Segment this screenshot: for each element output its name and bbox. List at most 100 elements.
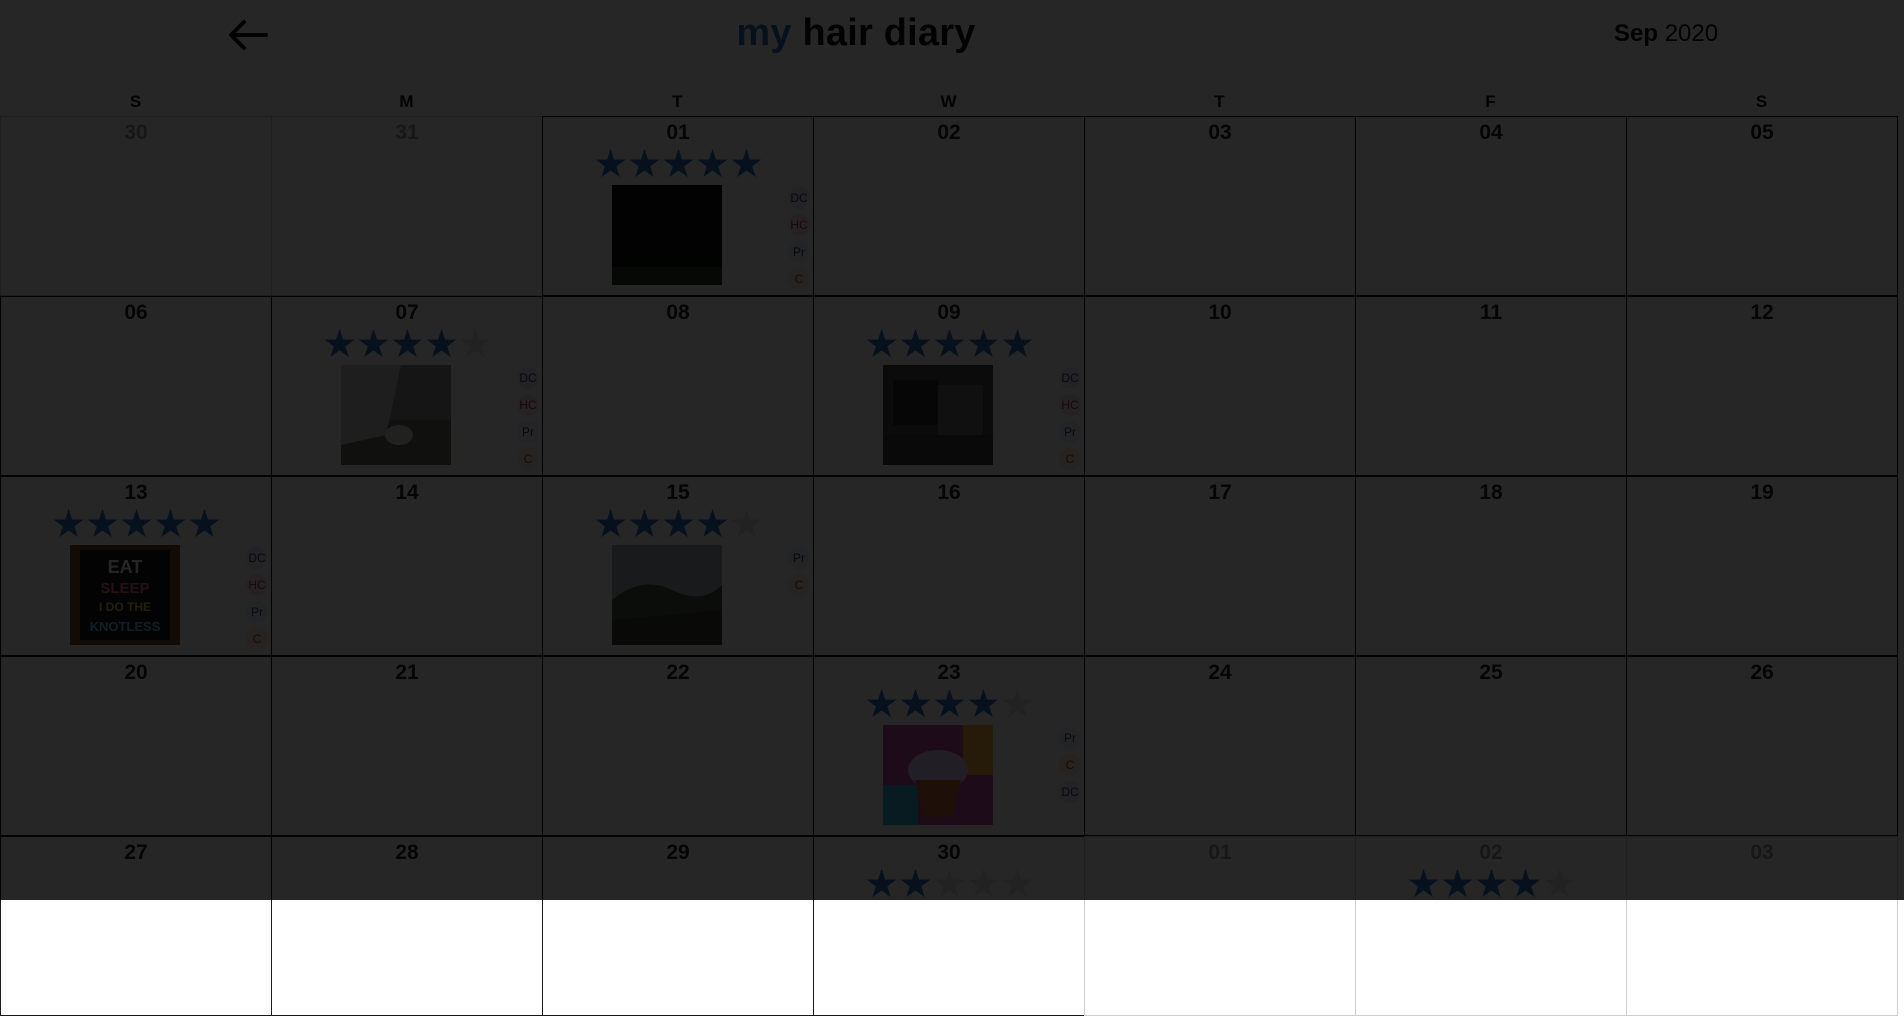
calendar-day-cell[interactable]: 01	[1084, 836, 1356, 1016]
calendar-day-cell[interactable]: 10	[1084, 296, 1356, 476]
star-icon: ★	[864, 323, 899, 366]
routine-badge-hc: HC	[1059, 394, 1081, 416]
star-icon: ★	[965, 323, 1001, 366]
day-number: 06	[124, 301, 148, 324]
star-icon: ★	[627, 503, 662, 546]
routine-badge-pr: Pr	[788, 547, 810, 569]
day-number: 31	[395, 121, 419, 144]
day-number: 13	[124, 481, 148, 504]
routine-badge-dc: DC	[246, 547, 268, 569]
calendar-day-cell[interactable]: 15 ★★★★★ Pr C	[542, 476, 814, 656]
day-number: 04	[1479, 121, 1503, 144]
app-header: my hair diary Sep 2020	[0, 0, 1904, 72]
routine-badge-pr: Pr	[788, 241, 810, 263]
calendar-day-cell[interactable]: 02	[813, 116, 1085, 296]
calendar-day-cell[interactable]: 28	[271, 836, 543, 1016]
day-number: 16	[937, 481, 961, 504]
calendar-day-cell[interactable]: 02 ★★★★★	[1355, 836, 1627, 1016]
star-icon: ★	[694, 503, 730, 546]
day-number: 09	[937, 301, 961, 324]
calendar-day-cell[interactable]: 29	[542, 836, 814, 1016]
calendar-day-cell[interactable]: 24	[1084, 656, 1356, 836]
star-icon: ★	[593, 143, 628, 186]
svg-text:I DO THE: I DO THE	[99, 600, 151, 614]
day-number: 30	[937, 841, 961, 864]
calendar-day-cell[interactable]: 08	[542, 296, 814, 476]
routine-badge-pr: Pr	[1059, 421, 1081, 443]
calendar-day-cell[interactable]: 18	[1355, 476, 1627, 656]
app-title-my: my	[736, 12, 792, 54]
star-rating: ★★★★★	[1356, 865, 1626, 904]
day-number: 14	[395, 481, 419, 504]
calendar-grid: 30 31 01 ★★★★★ DC HC Pr C 02 03 04 05 06 07 ★★★★★ DC HC P…	[0, 116, 1904, 1016]
day-number: 02	[937, 121, 961, 144]
routine-badge-c: C	[1059, 448, 1081, 470]
calendar-day-cell[interactable]: 07 ★★★★★ DC HC Pr C	[271, 296, 543, 476]
calendar-day-cell[interactable]: 14	[271, 476, 543, 656]
calendar-day-cell[interactable]: 03	[1626, 836, 1898, 1016]
star-icon: ★	[356, 323, 391, 366]
star-icon: ★	[932, 683, 967, 726]
calendar-day-cell[interactable]: 25	[1355, 656, 1627, 836]
day-number: 01	[666, 121, 690, 144]
day-number: 19	[1750, 481, 1774, 504]
calendar-day-cell[interactable]: 20	[0, 656, 272, 836]
calendar-day-cell[interactable]: 12	[1626, 296, 1898, 476]
calendar-day-cell[interactable]: 01 ★★★★★ DC HC Pr C	[542, 116, 814, 296]
calendar-day-cell[interactable]: 03	[1084, 116, 1356, 296]
star-icon: ★	[864, 683, 899, 726]
svg-text:KNOTLESS: KNOTLESS	[90, 619, 161, 634]
star-icon: ★	[965, 683, 1001, 726]
calendar-day-cell[interactable]: 21	[271, 656, 543, 836]
routine-badges: DC HC Pr C	[1059, 367, 1084, 475]
calendar-day-cell[interactable]: 31	[271, 116, 543, 296]
day-number: 29	[666, 841, 690, 864]
routine-badge-c: C	[246, 628, 268, 650]
calendar-day-cell[interactable]: 09 ★★★★★ DC HC Pr C	[813, 296, 1085, 476]
calendar-day-cell[interactable]: 17	[1084, 476, 1356, 656]
routine-badge-dc: DC	[1059, 781, 1081, 803]
calendar-day-cell[interactable]: 22	[542, 656, 814, 836]
day-number: 28	[395, 841, 419, 864]
room-photo[interactable]	[883, 365, 993, 465]
day-number: 24	[1208, 661, 1232, 684]
calendar-day-cell[interactable]: 06	[0, 296, 272, 476]
sign-photo[interactable]: EAT SLEEP I DO THE KNOTLESS	[70, 545, 180, 645]
routine-badge-pr: Pr	[1059, 727, 1081, 749]
star-icon: ★	[898, 683, 933, 726]
calendar-day-cell[interactable]: 30 ★★★★★	[813, 836, 1085, 1016]
day-number: 07	[395, 301, 419, 324]
cupcake-photo[interactable]	[883, 725, 993, 825]
routine-badge-pr: Pr	[246, 601, 268, 623]
app-title: my hair diary	[0, 12, 1712, 55]
landscape-photo[interactable]	[612, 545, 722, 645]
calendar-day-cell[interactable]: 13 ★★★★★ EAT SLEEP I DO THE KNOTLESS DC HC Pr C	[0, 476, 272, 656]
star-rating: ★★★★★	[543, 145, 813, 184]
day-number: 23	[937, 661, 961, 684]
lamp-photo[interactable]	[341, 365, 451, 465]
calendar-day-cell[interactable]: 19	[1626, 476, 1898, 656]
calendar-day-cell[interactable]: 27	[0, 836, 272, 1016]
calendar-day-cell[interactable]: 30	[0, 116, 272, 296]
calendar-day-cell[interactable]: 04	[1355, 116, 1627, 296]
star-icon: ★	[322, 323, 357, 366]
calendar-day-cell[interactable]: 05	[1626, 116, 1898, 296]
day-number: 02	[1479, 841, 1503, 864]
star-icon: ★	[593, 503, 628, 546]
svg-text:SLEEP: SLEEP	[100, 580, 149, 597]
star-icon: ★	[932, 323, 967, 366]
month-selector[interactable]: Sep 2020	[1614, 20, 1718, 48]
dark-photo[interactable]	[612, 185, 722, 285]
day-number: 18	[1479, 481, 1503, 504]
routine-badge-c: C	[788, 268, 810, 290]
calendar-day-cell[interactable]: 16	[813, 476, 1085, 656]
day-number: 03	[1208, 121, 1232, 144]
star-icon: ★	[186, 503, 222, 546]
day-number: 30	[124, 121, 148, 144]
calendar-day-cell[interactable]: 26	[1626, 656, 1898, 836]
day-number: 01	[1208, 841, 1232, 864]
calendar-day-cell[interactable]: 23 ★★★★★ Pr C DC	[813, 656, 1085, 836]
calendar-day-cell[interactable]: 11	[1355, 296, 1627, 476]
star-icon: ★	[694, 143, 730, 186]
svg-text:EAT: EAT	[108, 557, 143, 577]
